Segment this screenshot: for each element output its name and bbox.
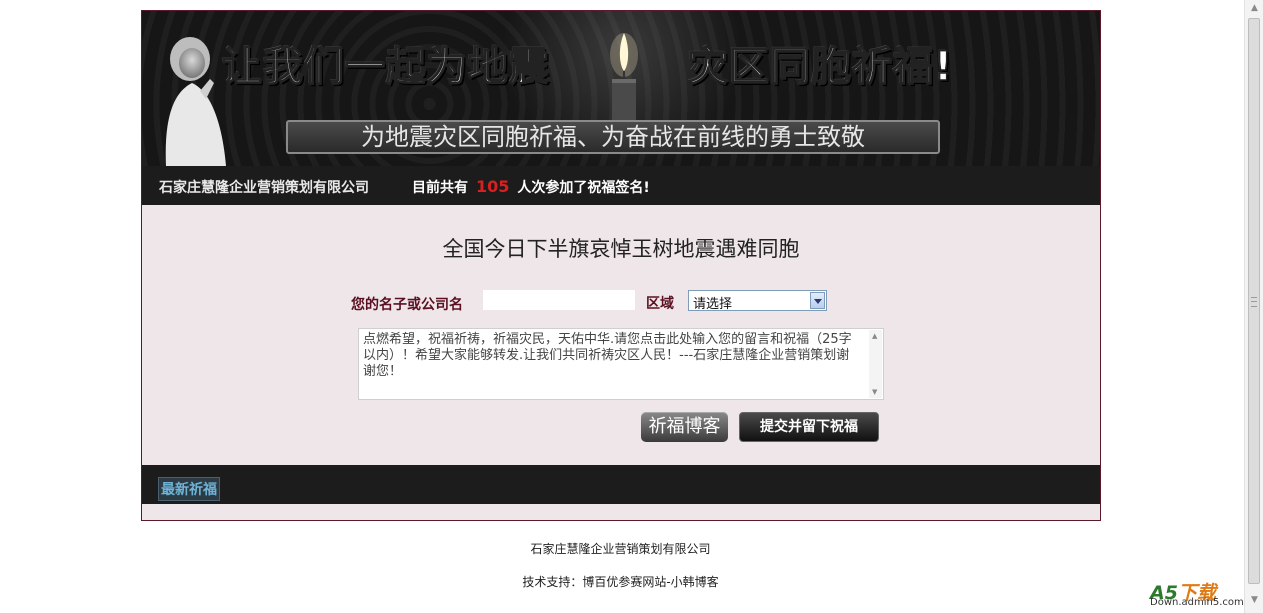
- subtitle-text: 为地震灾区同胞祈福、为奋战在前线的勇士致敬: [361, 123, 865, 151]
- latest-blessings-tab[interactable]: 最新祈福: [158, 477, 220, 501]
- headline-left: 让我们一起为地震: [221, 43, 550, 91]
- a5-download-watermark: A5下载 Down.admin5.com: [1150, 578, 1244, 608]
- page-scrollbar[interactable]: ▲ ▼: [1244, 0, 1263, 613]
- scrollbar-thumb[interactable]: [1248, 18, 1260, 584]
- signature-counter: 目前共有 105 人次参加了祝福签名!: [412, 177, 650, 197]
- grip-icon: [1251, 297, 1257, 307]
- scroll-down-arrow-icon[interactable]: ▼: [1248, 594, 1261, 607]
- counter-prefix: 目前共有: [412, 180, 468, 196]
- counter-value: 105: [476, 177, 510, 196]
- message-text: 点燃希望，祝福祈祷，祈福灾民，天佑中华.请您点击此处输入您的留言和祝福（25字以…: [363, 332, 852, 379]
- info-bar: 石家庄慧隆企业营销策划有限公司 目前共有 105 人次参加了祝福签名!: [142, 166, 1100, 205]
- footer-company: 石家庄慧隆企业营销策划有限公司: [530, 542, 711, 556]
- area-select-value: 请选择: [693, 297, 733, 312]
- submit-blessing-button[interactable]: 提交并留下祝福: [739, 412, 879, 442]
- message-textarea[interactable]: 点燃希望，祝福祈祷，祈福灾民，天佑中华.请您点击此处输入您的留言和祝福（25字以…: [358, 328, 884, 400]
- area-select[interactable]: 请选择: [688, 290, 827, 312]
- blessing-blog-button[interactable]: 祈福博客: [641, 412, 728, 442]
- scroll-up-arrow-icon[interactable]: ▲: [1248, 2, 1261, 15]
- company-name: 石家庄慧隆企业营销策划有限公司: [159, 180, 369, 196]
- name-label: 您的名子或公司名: [351, 297, 463, 313]
- area-label: 区域: [646, 296, 674, 312]
- headline-right: 灾区同胞祈福!: [687, 43, 954, 91]
- scroll-up-icon[interactable]: ▲: [872, 332, 877, 340]
- textarea-scrollbar[interactable]: ▲ ▼: [869, 330, 882, 398]
- chevron-down-icon[interactable]: [810, 292, 825, 309]
- footer-tech-support[interactable]: 技术支持：博百优参赛网站-小韩博客: [0, 573, 1241, 590]
- banner: 让我们一起为地震 灾区同胞祈福! 为地震灾区同胞祈福、为奋战在前线的勇士致敬: [142, 11, 1100, 166]
- candle-icon: [610, 33, 638, 131]
- page-title: 全国今日下半旗哀悼玉树地震遇难同胞: [442, 237, 800, 261]
- watermark-site: Down.admin5.com: [1150, 597, 1244, 608]
- scroll-down-icon[interactable]: ▼: [872, 388, 877, 396]
- counter-suffix: 人次参加了祝福签名!: [517, 180, 650, 196]
- name-input[interactable]: [483, 290, 635, 310]
- subtitle-bar: 为地震灾区同胞祈福、为奋战在前线的勇士致敬: [286, 120, 940, 154]
- page-frame: 让我们一起为地震 灾区同胞祈福! 为地震灾区同胞祈福、为奋战在前线的勇士致敬 石…: [141, 10, 1101, 521]
- latest-blessings-bar: 最新祈福: [142, 465, 1100, 504]
